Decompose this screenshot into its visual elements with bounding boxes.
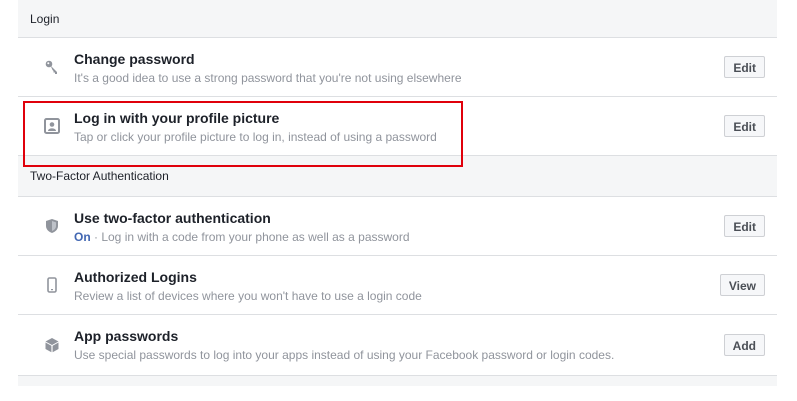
shield-icon — [44, 218, 60, 234]
row-change-password: Change password It's a good idea to use … — [18, 38, 777, 97]
row-description: It's a good idea to use a strong passwor… — [74, 71, 462, 85]
row-title: Log in with your profile picture — [74, 110, 280, 126]
section-header-two-factor: Two-Factor Authentication — [18, 156, 777, 197]
status-on: On — [74, 230, 91, 244]
row-description: Tap or click your profile picture to log… — [74, 130, 437, 144]
edit-profile-login-button[interactable]: Edit — [724, 115, 765, 137]
row-two-factor: Use two-factor authentication On · Log i… — [18, 197, 777, 256]
row-description: On · Log in with a code from your phone … — [74, 229, 667, 245]
row-profile-picture-login: Log in with your profile picture Tap or … — [18, 97, 777, 156]
section-header-login: Login — [18, 0, 777, 38]
edit-password-button[interactable]: Edit — [724, 56, 765, 78]
section-footer — [18, 376, 777, 386]
phone-icon — [44, 277, 60, 293]
cube-icon — [44, 337, 60, 353]
section-title: Two-Factor Authentication — [30, 169, 169, 183]
profile-picture-icon — [44, 118, 60, 134]
row-authorized-logins: Authorized Logins Review a list of devic… — [18, 256, 777, 315]
row-app-passwords: App passwords Use special passwords to l… — [18, 315, 777, 376]
row-title: Change password — [74, 51, 195, 67]
view-authorized-logins-button[interactable]: View — [719, 274, 765, 296]
key-icon — [44, 59, 60, 75]
row-title: Use two-factor authentication — [74, 210, 271, 226]
status-description: · Log in with a code from your phone as … — [90, 230, 410, 244]
row-description: Use special passwords to log into your a… — [74, 348, 615, 362]
security-settings-panel: Login Change password It's a good idea t… — [18, 0, 777, 386]
row-title: App passwords — [74, 328, 179, 344]
add-app-password-button[interactable]: Add — [723, 334, 765, 356]
section-title: Login — [30, 11, 60, 26]
row-description: Review a list of devices where you won't… — [74, 289, 422, 303]
edit-two-factor-button[interactable]: Edit — [724, 215, 765, 237]
row-title: Authorized Logins — [74, 269, 197, 285]
